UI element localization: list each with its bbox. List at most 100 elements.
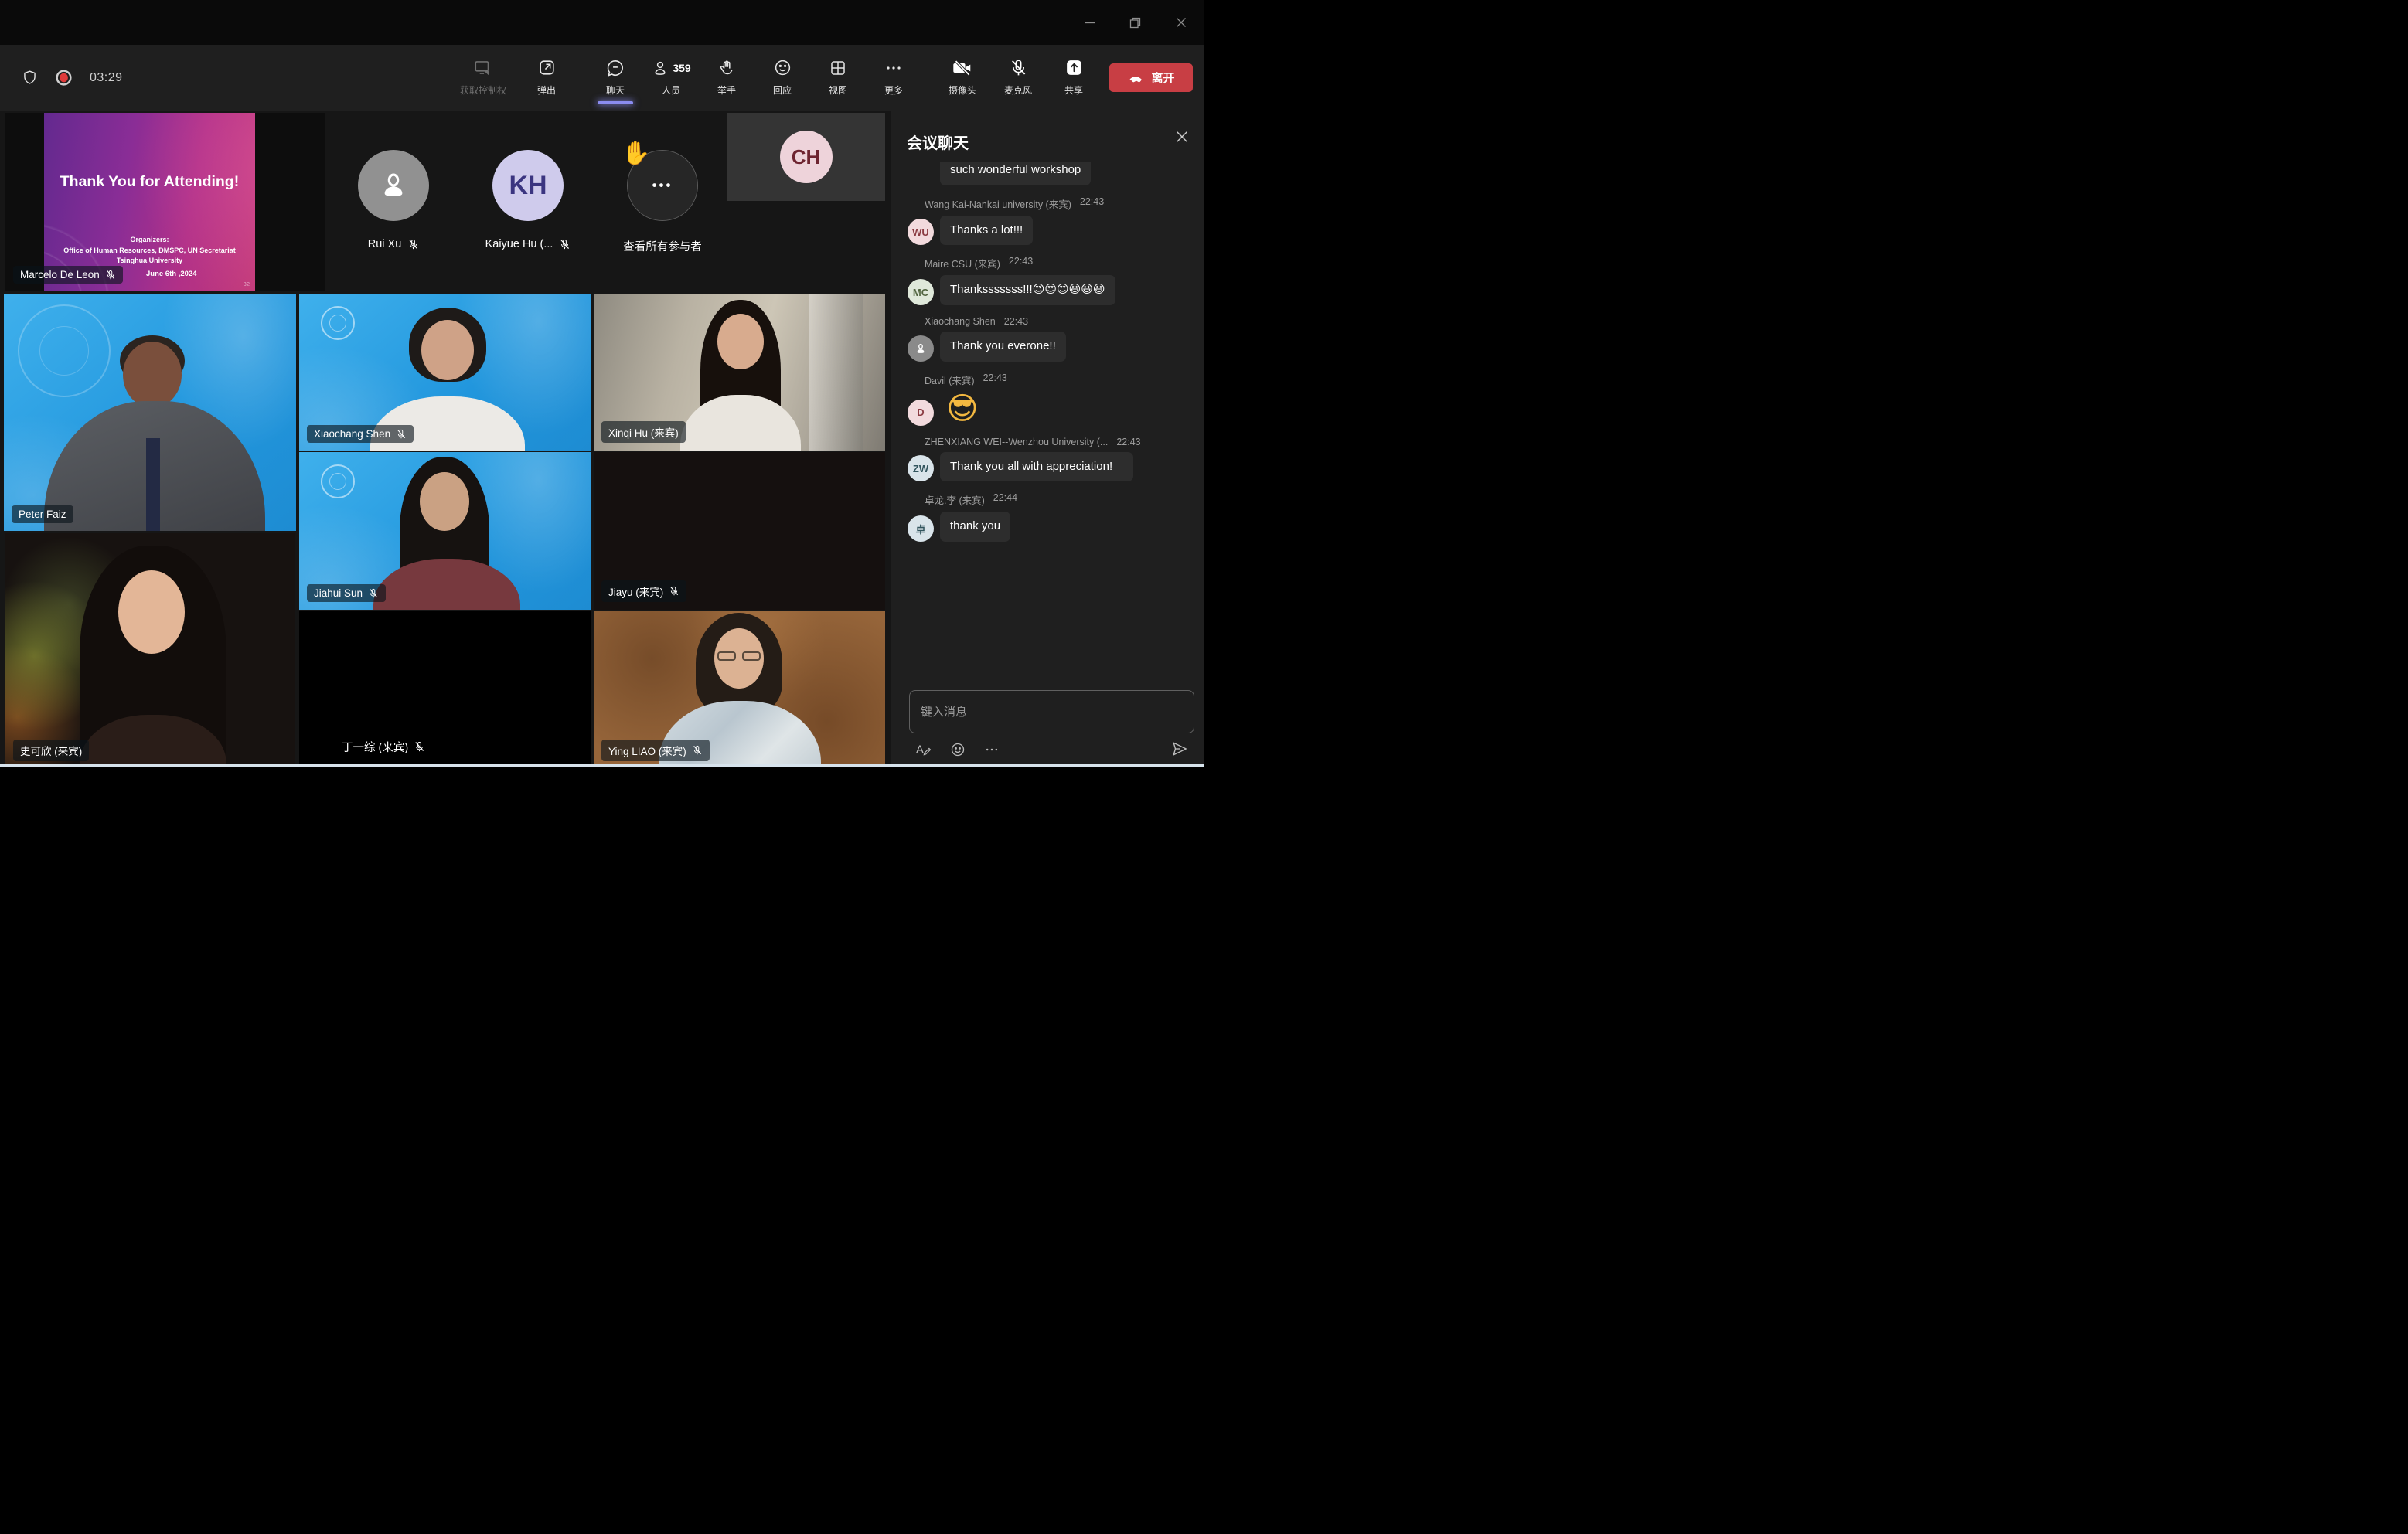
- un-emblem: [321, 464, 355, 498]
- participant-name-label: 丁一综 (来宾): [335, 736, 432, 758]
- chat-sender: ZHENXIANG WEI--Wenzhou University (...: [925, 437, 1108, 447]
- tile-rui-xu[interactable]: Rui Xu: [327, 113, 460, 291]
- tile-xiaochang-shen[interactable]: Xiaochang Shen: [299, 294, 591, 451]
- toolbar-more[interactable]: 更多: [866, 50, 921, 106]
- mic-off-icon: [368, 588, 379, 599]
- slide-date: June 6th ,2024: [146, 270, 196, 278]
- avatar: [908, 335, 934, 362]
- view-grid-icon: [829, 56, 847, 80]
- mic-off-icon: [669, 586, 679, 597]
- more-participants-dots-icon: •••: [652, 178, 673, 193]
- chat-message-meta: ZHENXIANG WEI--Wenzhou University (... 2…: [925, 437, 1191, 447]
- meeting-toolbar: 03:29 获取控制权 弹出 聊天: [0, 45, 1204, 111]
- tile-peter-faiz[interactable]: Peter Faiz: [4, 294, 296, 531]
- chat-message-bubble: thank you: [940, 512, 1010, 542]
- toolbar-camera-off[interactable]: 摄像头: [935, 50, 990, 106]
- tile-shikexin[interactable]: 史可欣 (来宾): [5, 533, 295, 767]
- toolbar-view[interactable]: 视图: [810, 50, 866, 106]
- un-emblem: [321, 306, 355, 340]
- participant-name-label: Xiaochang Shen: [307, 425, 414, 443]
- avatar: CH: [780, 131, 833, 183]
- toolbar-popout[interactable]: 弹出: [519, 50, 574, 106]
- react-smiley-icon: [773, 56, 792, 80]
- tile-dingyizong[interactable]: 丁一综 (来宾): [299, 611, 591, 767]
- camera-off-icon: [952, 56, 973, 80]
- chat-timestamp: 22:43: [983, 372, 1007, 387]
- share-icon: [1064, 56, 1084, 80]
- minimize-button[interactable]: [1067, 0, 1112, 45]
- tie: [146, 438, 160, 531]
- slide-organizer-line1: Office of Human Resources, DMSPC, UN Sec…: [44, 246, 255, 257]
- leave-meeting-button[interactable]: 离开: [1109, 63, 1193, 92]
- raised-hand-emoji: ✋: [622, 140, 650, 167]
- view-all-participants-label: 查看所有参与者: [623, 238, 702, 254]
- composer-more-icon[interactable]: [984, 742, 1000, 757]
- format-text-icon[interactable]: A: [915, 741, 932, 757]
- participant-name-label: Jiahui Sun: [307, 584, 386, 602]
- window-titlebar: [0, 0, 1204, 45]
- avatar: 卓: [908, 515, 934, 542]
- tile-xinqi-hu[interactable]: Xinqi Hu (来宾): [594, 294, 885, 451]
- chat-timestamp: 22:43: [1116, 437, 1140, 447]
- close-chat-icon[interactable]: [1176, 131, 1188, 143]
- toolbar-react[interactable]: 回应: [754, 50, 810, 106]
- toolbar-mic-off[interactable]: 麦克风: [990, 50, 1046, 106]
- big-emoji-message: 😎: [946, 392, 979, 426]
- tile-jiayu[interactable]: Jiayu (来宾): [594, 452, 885, 610]
- slide-organizers-heading: Organizers:: [44, 235, 255, 246]
- tile-ch[interactable]: CH: [727, 113, 885, 201]
- avatar: ZW: [908, 455, 934, 481]
- chat-timestamp: 22:44: [993, 492, 1017, 507]
- participant-name-label: Jiayu (来宾): [601, 580, 686, 602]
- people-icon: [651, 58, 669, 78]
- person-icon: [376, 168, 410, 202]
- view-all-participants-button[interactable]: ✋ ••• 查看所有参与者: [596, 113, 729, 291]
- take-control-icon: [472, 56, 494, 80]
- chat-timestamp: 22:43: [1080, 196, 1104, 211]
- chat-message-meta: Wang Kai-Nankai university (来宾) 22:43: [925, 196, 1191, 211]
- hangup-phone-icon: [1127, 70, 1144, 87]
- chat-icon: [605, 56, 625, 80]
- video-stage: Thank You for Attending! Organizers: Off…: [0, 111, 891, 767]
- svg-text:A: A: [916, 744, 924, 757]
- slide-page-number: 32: [244, 281, 250, 287]
- popout-icon: [537, 56, 557, 80]
- send-message-icon[interactable]: [1171, 740, 1188, 757]
- participant-name-label: Rui Xu: [368, 238, 402, 250]
- close-window-button[interactable]: [1158, 0, 1204, 45]
- horizontal-scrollbar[interactable]: [0, 764, 1204, 767]
- mic-off-icon: [414, 741, 425, 753]
- tile-kaiyue-hu[interactable]: KH Kaiyue Hu (...: [462, 113, 594, 291]
- avatar: KH: [492, 150, 564, 221]
- toolbar-raise-hand[interactable]: 举手: [699, 50, 754, 106]
- participant-name-label: Peter Faiz: [12, 505, 73, 523]
- participant-count: 359: [673, 62, 690, 74]
- restore-button[interactable]: [1112, 0, 1158, 45]
- meeting-timer: 03:29: [90, 71, 123, 85]
- tile-ying-liao[interactable]: Ying LIAO (来宾): [594, 611, 885, 767]
- chat-sender: Davil (来宾): [925, 372, 975, 387]
- participant-name-label: Marcelo De Leon: [13, 266, 123, 284]
- avatar: MC: [908, 279, 934, 305]
- mic-off-icon: [396, 429, 407, 440]
- avatar: D: [908, 400, 934, 426]
- chat-sender: Wang Kai-Nankai university (来宾): [925, 196, 1071, 211]
- chat-input[interactable]: [910, 691, 1194, 733]
- chat-message-bubble: Thank you everone!!: [940, 332, 1066, 362]
- toolbar-share[interactable]: 共享: [1046, 50, 1102, 106]
- participant-name-label: Kaiyue Hu (...: [485, 238, 553, 250]
- mic-off-icon: [407, 239, 419, 250]
- shield-icon: [22, 69, 38, 87]
- tile-jiahui-sun[interactable]: Jiahui Sun: [299, 452, 591, 610]
- glasses: [742, 651, 761, 661]
- toolbar-take-control[interactable]: 获取控制权: [448, 50, 519, 106]
- recording-indicator-icon: [55, 69, 73, 87]
- toolbar-chat-tab[interactable]: 聊天: [588, 50, 643, 106]
- chat-sender: 卓龙.李 (来宾): [925, 492, 985, 507]
- toolbar-people[interactable]: 359 人员: [643, 50, 699, 106]
- chat-message-list[interactable]: such wonderful workshop Wang Kai-Nankai …: [891, 162, 1204, 682]
- tile-marcelo-de-leon[interactable]: Thank You for Attending! Organizers: Off…: [5, 113, 325, 291]
- overflow-participants-circle: ✋ •••: [627, 150, 698, 221]
- emoji-picker-icon[interactable]: [950, 742, 966, 757]
- more-ellipsis-icon: [884, 56, 903, 80]
